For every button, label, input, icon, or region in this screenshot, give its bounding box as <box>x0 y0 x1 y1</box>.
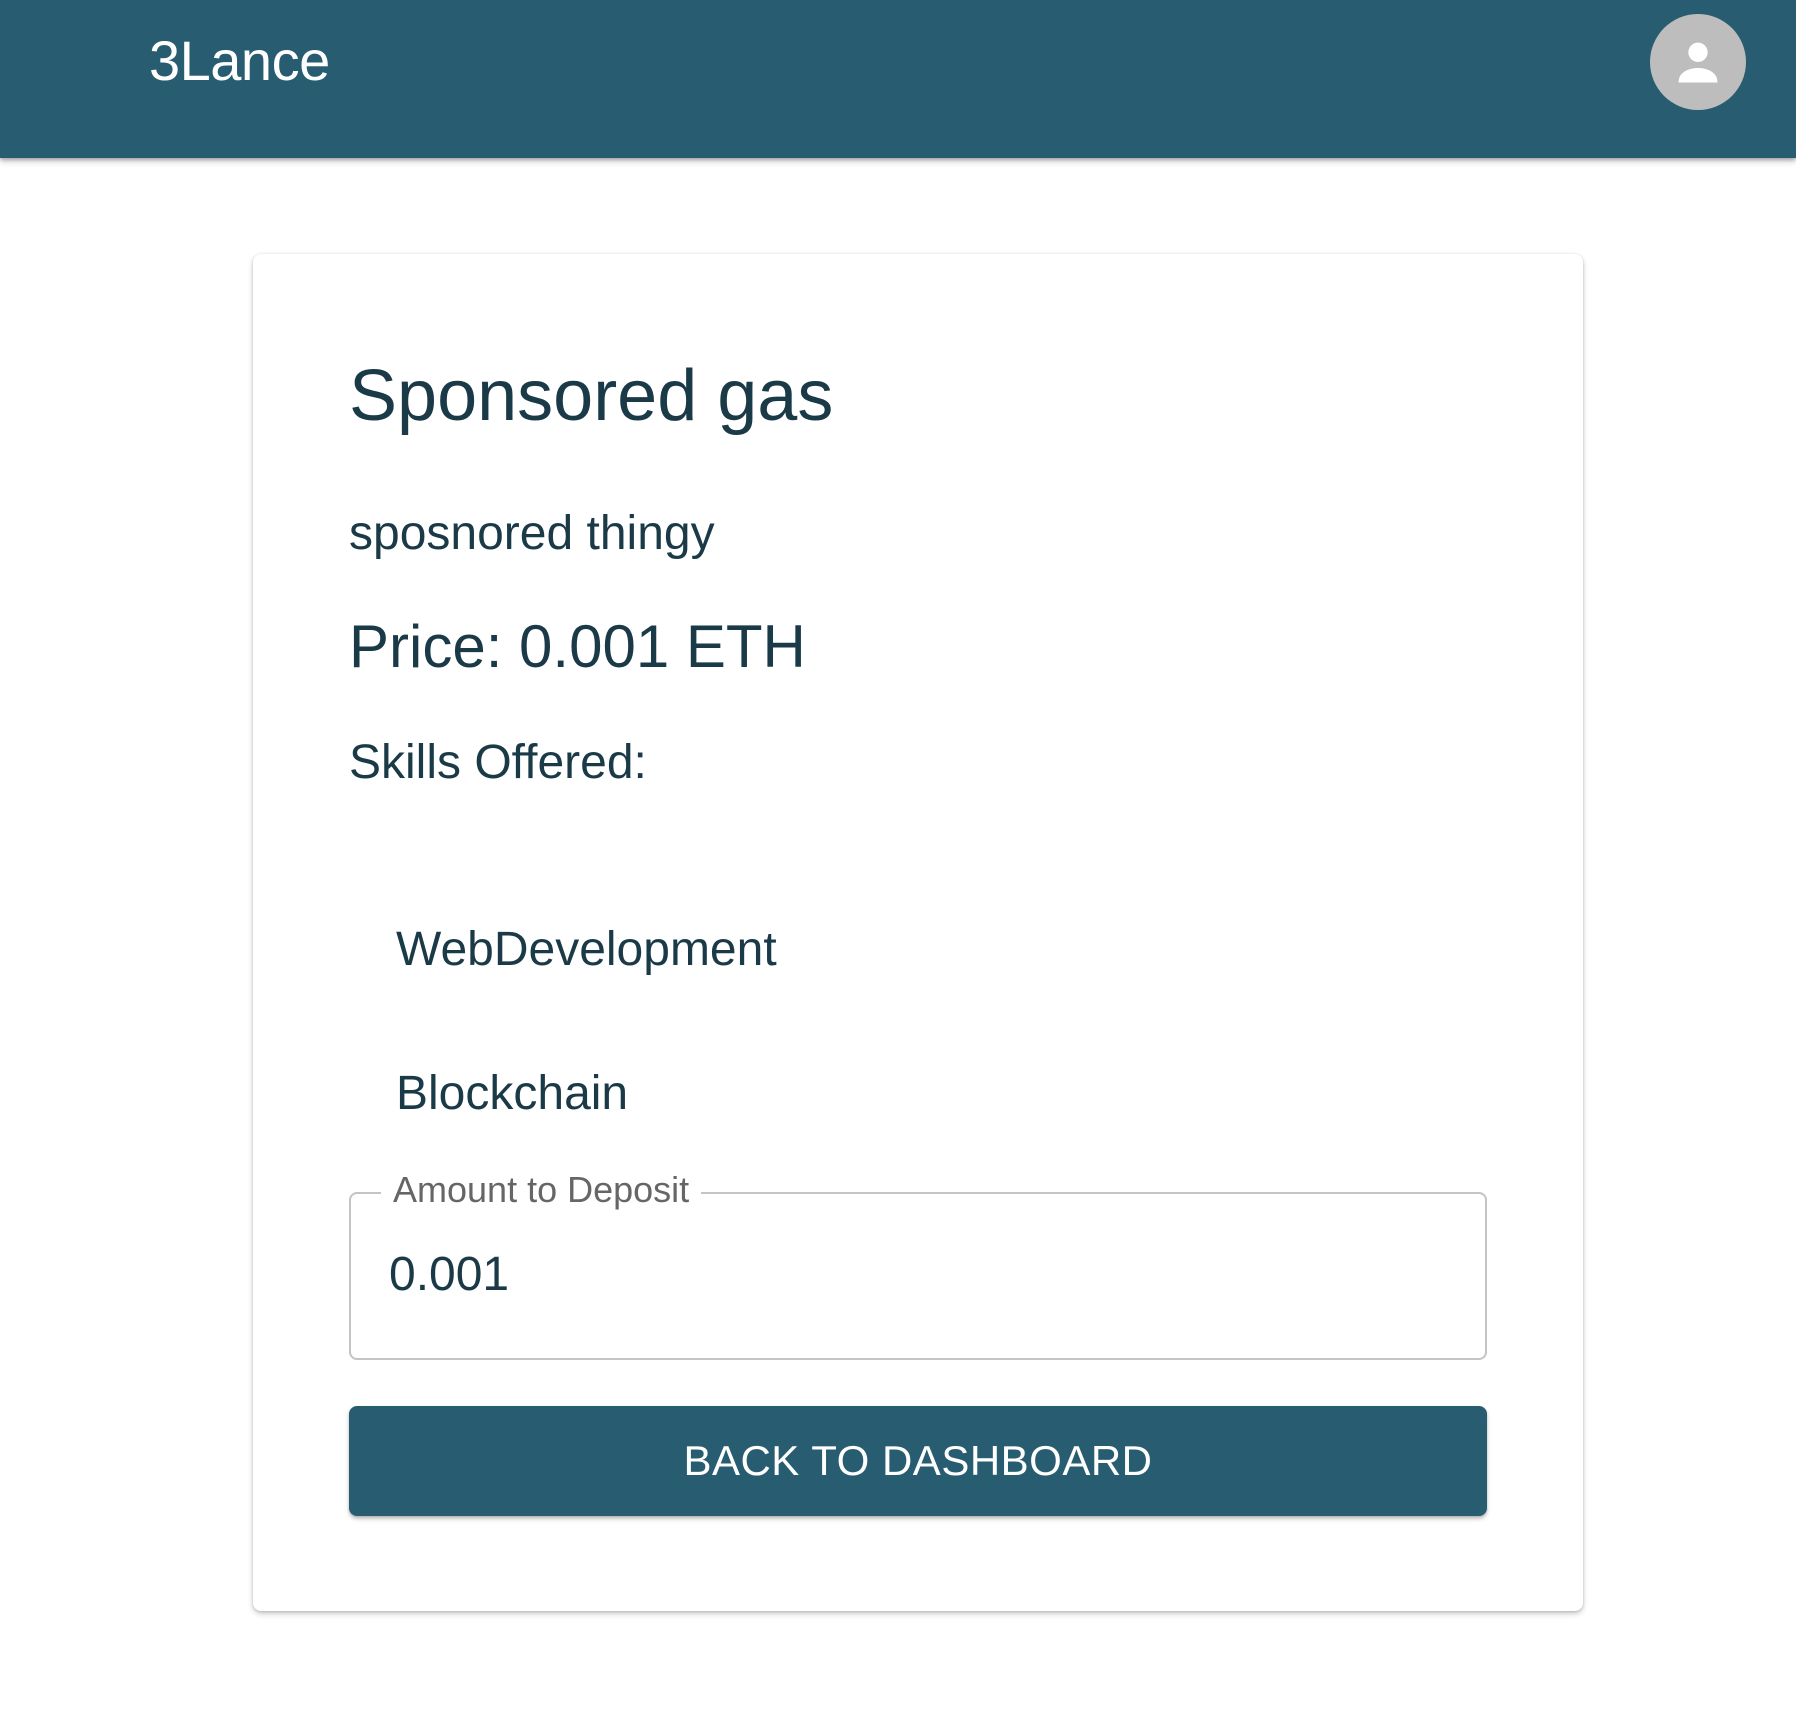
brand-logo-text[interactable]: 3Lance <box>149 28 330 94</box>
skill-item: WebDevelopment <box>396 923 777 976</box>
person-icon <box>1678 42 1718 83</box>
app-bar: 3Lance <box>0 0 1796 158</box>
deposit-amount-field: Amount to Deposit <box>349 1169 1487 1360</box>
listing-description: sposnored thingy <box>349 507 715 560</box>
listing-title: Sponsored gas <box>349 356 834 436</box>
skill-item: Blockchain <box>396 1067 629 1120</box>
listing-price: Price: 0.001 ETH <box>349 613 806 680</box>
listing-card: Sponsored gas sposnored thingy Price: 0.… <box>253 254 1583 1611</box>
deposit-field-label: Amount to Deposit <box>381 1169 702 1211</box>
deposit-amount-input[interactable] <box>389 1242 1449 1306</box>
back-to-dashboard-button[interactable]: BACK TO DASHBOARD <box>349 1406 1487 1516</box>
skills-heading: Skills Offered: <box>349 736 647 789</box>
user-avatar-button[interactable] <box>1650 14 1746 110</box>
